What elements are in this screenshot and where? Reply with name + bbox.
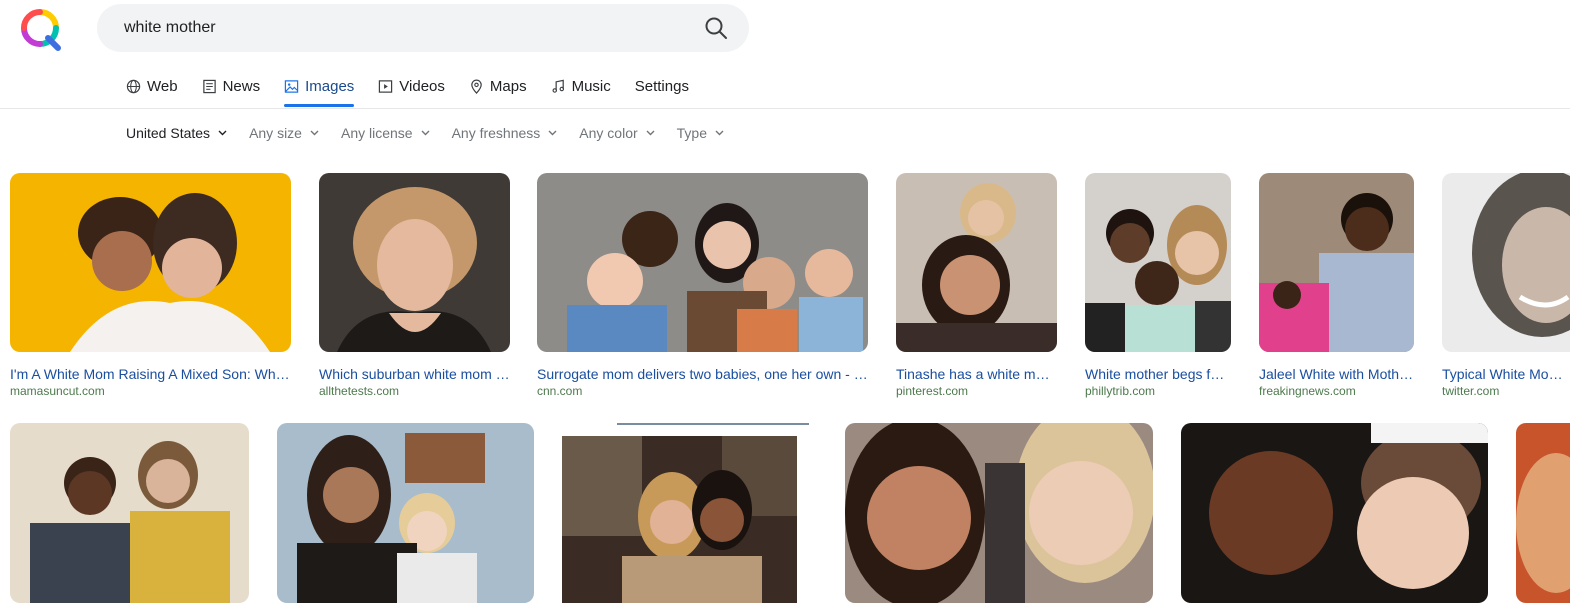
result-image[interactable] (1516, 423, 1570, 603)
search-box (97, 4, 749, 52)
result-image[interactable] (277, 423, 534, 603)
filter-label: Any freshness (451, 125, 541, 141)
result-source[interactable]: twitter.com (1442, 384, 1570, 398)
tab-label: Videos (399, 77, 445, 95)
result-image[interactable] (1442, 173, 1570, 352)
filter-size[interactable]: Any size (249, 122, 319, 144)
filter-label: Any color (579, 125, 638, 141)
result-image[interactable] (1181, 423, 1488, 603)
filter-label: Any size (249, 125, 302, 141)
tab-label: Web (147, 77, 178, 95)
logo-icon (21, 9, 61, 51)
result-source[interactable]: cnn.com (537, 384, 868, 398)
globe-icon (126, 79, 141, 93)
music-note-icon (552, 79, 564, 93)
filter-label: Type (676, 125, 708, 141)
result-image[interactable] (562, 436, 797, 603)
filter-color[interactable]: Any color (579, 122, 655, 144)
filter-label: Any license (340, 125, 413, 141)
tab-label: Images (305, 77, 355, 95)
chevron-down-icon (310, 130, 319, 136)
chevron-down-icon (421, 130, 430, 136)
header-divider (0, 108, 1570, 109)
search-input[interactable] (124, 4, 684, 52)
image-border (617, 423, 809, 425)
filter-license[interactable]: Any license (341, 122, 430, 144)
tab-videos[interactable]: Videos (378, 76, 445, 96)
filter-label: United States (126, 125, 211, 141)
tab-maps[interactable]: Maps (469, 76, 527, 96)
news-icon (202, 79, 216, 93)
chevron-down-icon (646, 130, 655, 136)
tab-label: Settings (634, 77, 689, 95)
result-caption[interactable]: Which suburban white mom are you? (319, 366, 510, 382)
tab-music[interactable]: Music (551, 76, 611, 96)
result-caption[interactable]: I'm A White Mom Raising A Mixed Son: Wha… (10, 366, 291, 382)
result-source[interactable]: allthetests.com (319, 384, 510, 398)
vertical-tabs: Web News Images Videos Maps Music Settin… (126, 76, 713, 108)
result-image[interactable] (896, 173, 1057, 352)
play-icon (379, 79, 393, 93)
tab-label: Maps (489, 77, 527, 95)
filter-region[interactable]: United States (126, 122, 227, 144)
tab-news[interactable]: News (202, 76, 261, 96)
result-source[interactable]: pinterest.com (896, 384, 1057, 398)
result-image[interactable] (537, 173, 868, 352)
filter-type[interactable]: Type (677, 122, 724, 144)
filter-bar: United States Any size Any license Any f… (126, 122, 746, 144)
result-caption[interactable]: Surrogate mom delivers two babies, one h… (537, 366, 868, 382)
qwant-logo[interactable] (20, 8, 64, 52)
result-image[interactable] (319, 173, 510, 352)
tab-label: Music (571, 77, 611, 95)
result-caption[interactable]: Jaleel White with Mother and son (1259, 366, 1414, 382)
tab-images[interactable]: Images (284, 76, 355, 107)
result-caption[interactable]: Typical White Mom (@TypicalWhiteMom) (1442, 366, 1570, 382)
result-source[interactable]: phillytrib.com (1085, 384, 1231, 398)
result-caption[interactable]: Tinashe has a white mother (896, 366, 1057, 382)
result-image[interactable] (10, 423, 249, 603)
chevron-down-icon (218, 130, 227, 136)
image-icon (284, 79, 299, 93)
search-icon[interactable] (704, 16, 728, 40)
result-image[interactable] (1085, 173, 1231, 352)
map-pin-icon (471, 79, 482, 94)
result-image[interactable] (845, 423, 1153, 603)
result-image[interactable] (1259, 173, 1414, 352)
tab-web[interactable]: Web (126, 76, 178, 96)
tab-settings[interactable]: Settings (635, 76, 689, 96)
result-image[interactable] (10, 173, 291, 352)
chevron-down-icon (548, 130, 557, 136)
result-caption[interactable]: White mother begs for help (1085, 366, 1231, 382)
result-source[interactable]: mamasuncut.com (10, 384, 291, 398)
filter-freshness[interactable]: Any freshness (452, 122, 558, 144)
tab-label: News (222, 77, 261, 95)
result-source[interactable]: freakingnews.com (1259, 384, 1414, 398)
chevron-down-icon (715, 130, 724, 136)
